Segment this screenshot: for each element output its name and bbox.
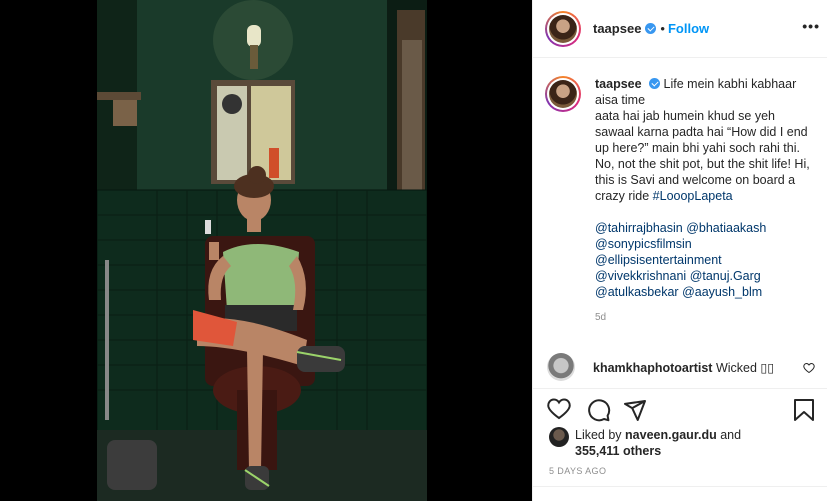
likes-count[interactable]: 355,411 others bbox=[575, 444, 661, 458]
caption-line-2: aata hai jab humein khud se yeh sawaal k… bbox=[595, 109, 810, 203]
follow-button[interactable]: Follow bbox=[668, 21, 709, 36]
liker-username[interactable]: naveen.gaur.du bbox=[625, 428, 717, 442]
post-photo[interactable] bbox=[97, 0, 427, 501]
post-header: taapsee • Follow ••• bbox=[533, 0, 827, 58]
hashtag-link[interactable]: #LooopLapeta bbox=[653, 189, 733, 203]
verified-badge-icon bbox=[645, 23, 657, 34]
verified-badge-icon bbox=[649, 78, 661, 89]
mention-aayush-blm[interactable]: @aayush_blm bbox=[682, 285, 762, 299]
author-avatar[interactable] bbox=[545, 10, 581, 47]
commenter-username[interactable]: khamkhaphotoartist bbox=[593, 361, 712, 375]
bookmark-icon[interactable] bbox=[793, 398, 815, 427]
comment-icon[interactable] bbox=[587, 398, 611, 427]
caption-username[interactable]: taapsee bbox=[595, 77, 642, 91]
mention-tanuj-garg[interactable]: @tanuj.Garg bbox=[690, 269, 761, 283]
commenter-avatar[interactable] bbox=[547, 353, 575, 381]
comment-body: Wicked ▯▯ bbox=[715, 360, 775, 375]
instagram-post: taapsee • Follow ••• taapsee Life mein k… bbox=[0, 0, 827, 501]
post-panel: taapsee • Follow ••• taapsee Life mein k… bbox=[532, 0, 827, 501]
author-username[interactable]: taapsee bbox=[593, 21, 641, 36]
comment-row: khamkhaphotoartist Wicked ▯▯ bbox=[547, 351, 817, 383]
more-options-icon[interactable]: ••• bbox=[802, 18, 820, 34]
caption-block: taapsee Life mein kabhi kabhaar aisa tim… bbox=[533, 76, 827, 326]
post-date[interactable]: 5 DAYS AGO bbox=[549, 466, 606, 476]
caption-time[interactable]: 5d bbox=[595, 310, 815, 326]
likes-summary: Liked by naveen.gaur.du and 355,411 othe… bbox=[549, 427, 819, 459]
paper-plane-icon[interactable] bbox=[623, 398, 647, 427]
mention-atulkasbekar[interactable]: @atulkasbekar bbox=[595, 285, 679, 299]
mention-tahirrajbhasin[interactable]: @tahirrajbhasin bbox=[595, 221, 683, 235]
caption-author-avatar[interactable] bbox=[545, 76, 581, 112]
post-media bbox=[0, 0, 532, 501]
caption-text: taapsee Life mein kabhi kabhaar aisa tim… bbox=[595, 76, 815, 326]
liker-avatar[interactable] bbox=[549, 427, 569, 447]
mention-vivekkrishnani[interactable]: @vivekkrishnani bbox=[595, 269, 686, 283]
photo-illustration bbox=[97, 0, 427, 501]
divider bbox=[533, 486, 827, 487]
small-heart-icon[interactable] bbox=[803, 361, 815, 379]
likes-text: Liked by naveen.gaur.du and 355,411 othe… bbox=[575, 428, 742, 458]
mention-bhatiaakash[interactable]: @bhatiaakash bbox=[686, 221, 766, 235]
mention-sonypicsfilmsin[interactable]: @sonypicsfilmsin bbox=[595, 237, 692, 251]
mention-ellipsisentertainment[interactable]: @ellipsisentertainment bbox=[595, 253, 722, 267]
separator-dot: • bbox=[660, 21, 665, 36]
action-bar bbox=[533, 388, 827, 428]
heart-icon[interactable] bbox=[547, 398, 571, 425]
comment-text: khamkhaphotoartist Wicked ▯▯ bbox=[593, 360, 774, 375]
